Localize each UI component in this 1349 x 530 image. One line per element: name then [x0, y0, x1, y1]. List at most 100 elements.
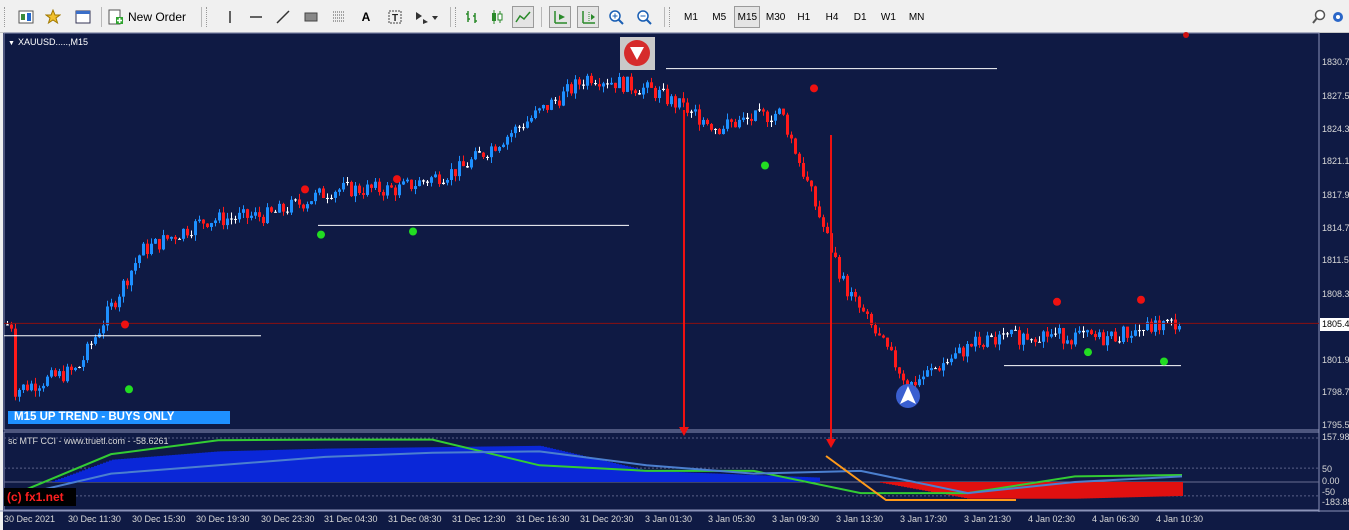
cci-histogram-bar	[610, 462, 613, 482]
cci-histogram-bar	[232, 451, 235, 482]
edge-marker	[1183, 32, 1189, 38]
candle-body	[434, 174, 437, 178]
candle-body	[282, 203, 285, 212]
indicator-level-label: 50	[1322, 464, 1333, 474]
candle-body	[518, 126, 521, 128]
cci-histogram-bar	[1105, 482, 1108, 498]
chart-symbol-title[interactable]: ▼ XAUUSD.....,M15	[8, 37, 88, 47]
candle-body	[174, 236, 177, 240]
candle-body	[498, 147, 501, 151]
candle-body	[286, 211, 289, 213]
candle-body	[534, 110, 537, 119]
candle-body	[758, 109, 761, 111]
time-axis-label: 30 Dec 19:30	[196, 514, 250, 524]
candle-body	[1098, 332, 1101, 338]
cci-histogram-bar	[115, 459, 118, 482]
candle-body	[190, 235, 193, 237]
candle-body	[762, 109, 765, 112]
candle-body	[798, 153, 801, 163]
cci-histogram-bar	[247, 450, 250, 482]
cci-histogram-bar	[340, 448, 343, 482]
cci-histogram-bar	[238, 450, 241, 482]
cci-histogram-bar	[694, 472, 697, 482]
cci-histogram-bar	[970, 482, 973, 499]
candle-body	[318, 188, 321, 193]
candle-body	[866, 311, 869, 314]
cci-histogram-bar	[373, 447, 376, 482]
candle-body	[26, 384, 29, 391]
candle-body	[262, 216, 265, 224]
cci-histogram-bar	[295, 449, 298, 482]
candle-body	[954, 353, 957, 359]
cci-histogram-bar	[1153, 482, 1156, 497]
cci-histogram-bar	[394, 447, 397, 482]
cci-histogram-bar	[904, 482, 907, 488]
candle-body	[322, 188, 325, 198]
cci-histogram-bar	[895, 482, 898, 486]
candle-body	[178, 238, 181, 240]
candle-body	[370, 184, 373, 188]
candle-body	[638, 93, 641, 95]
cci-histogram-bar	[349, 448, 352, 482]
current-price-label: 1805.4	[1320, 318, 1349, 331]
cci-histogram-bar	[817, 477, 820, 482]
candle-body	[394, 187, 397, 196]
cci-histogram-bar	[1135, 482, 1138, 498]
cci-histogram-bar	[670, 471, 673, 482]
candle-body	[478, 151, 481, 153]
candle-body	[594, 83, 597, 85]
cci-histogram-bar	[1114, 482, 1117, 498]
cci-histogram-bar	[1009, 482, 1012, 499]
candle-body	[806, 176, 809, 181]
candle-body	[126, 280, 129, 286]
cci-histogram-bar	[130, 458, 133, 482]
cci-histogram-bar	[586, 456, 589, 482]
candle-body	[878, 333, 881, 336]
price-axis-label: 1814.75	[1322, 223, 1349, 233]
candle-body	[1066, 340, 1069, 344]
candle-body	[882, 335, 885, 338]
cci-histogram-bar	[352, 448, 355, 482]
price-axis-label: 1824.35	[1322, 124, 1349, 134]
collapse-triangle-icon[interactable]: ▼	[8, 40, 15, 47]
cci-histogram-bar	[214, 451, 217, 482]
resistance-dot	[1053, 297, 1061, 306]
candle-body	[698, 109, 701, 125]
candle-body	[914, 382, 917, 386]
candle-body	[682, 98, 685, 103]
indicator-level-label: -183.85	[1322, 497, 1349, 507]
candle-body	[678, 98, 681, 108]
candle-body	[966, 343, 969, 357]
candle-body	[470, 159, 473, 168]
candle-body	[278, 203, 281, 213]
candle-body	[1134, 330, 1137, 336]
candle-body	[494, 146, 497, 151]
candle-body	[1002, 333, 1005, 335]
cci-histogram-bar	[754, 475, 757, 482]
cci-histogram-bar	[100, 463, 103, 482]
candle-body	[90, 343, 93, 345]
candle-body	[258, 212, 261, 217]
cci-histogram-bar	[763, 475, 766, 482]
cci-histogram-bar	[355, 448, 358, 482]
cci-histogram-bar	[685, 472, 688, 482]
cci-histogram-bar	[310, 448, 313, 482]
candle-body	[770, 120, 773, 123]
time-axis-label: 4 Jan 02:30	[1028, 514, 1076, 524]
candle-body	[390, 185, 393, 188]
cci-histogram-bar	[1102, 482, 1105, 499]
candle-body	[674, 96, 677, 108]
cci-histogram-bar	[580, 455, 583, 482]
cci-histogram-bar	[1093, 482, 1096, 499]
chart-canvas[interactable]	[0, 0, 1349, 530]
candle-body	[574, 79, 577, 94]
cci-histogram-bar	[745, 474, 748, 482]
cci-histogram-bar	[748, 474, 751, 482]
cci-histogram-bar	[1120, 482, 1123, 498]
cci-histogram-bar	[313, 448, 316, 482]
candle-body	[378, 181, 381, 193]
cci-histogram-bar	[283, 449, 286, 482]
time-axis-label: 30 Dec 11:30	[68, 514, 121, 524]
candle-body	[814, 186, 817, 207]
resistance-dot	[1137, 295, 1145, 304]
